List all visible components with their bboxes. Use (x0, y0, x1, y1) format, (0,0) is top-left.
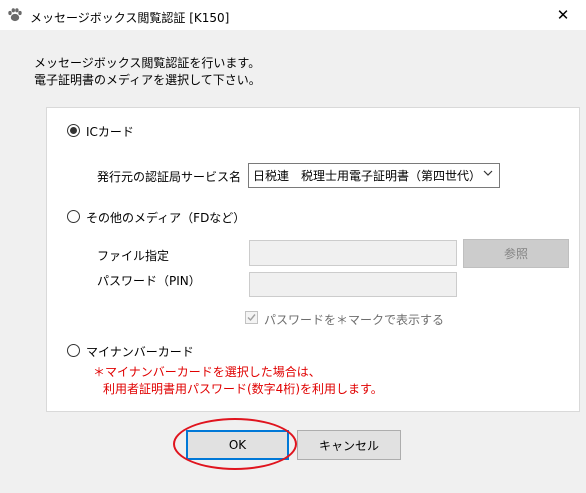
window-title: メッセージボックス閲覧認証 [K150] (30, 11, 230, 25)
service-select[interactable]: 日税連 税理士用電子証明書（第四世代） (248, 163, 500, 188)
radio-mynumber-card-label[interactable]: マイナンバーカード (86, 343, 194, 360)
mask-password-checkbox[interactable] (245, 311, 258, 324)
mask-password-label[interactable]: パスワードを＊マークで表示する (264, 311, 444, 328)
intro-text: メッセージボックス閲覧認証を行います。 電子証明書のメディアを選択して下さい。 (34, 55, 261, 89)
browse-button[interactable]: 参照 (463, 239, 569, 268)
radio-other-media-label[interactable]: その他のメディア（FDなど） (86, 209, 245, 226)
title-bar: メッセージボックス閲覧認証 [K150] ✕ (0, 0, 586, 31)
radio-ic-card[interactable] (67, 124, 80, 137)
file-label: ファイル指定 (97, 249, 170, 263)
radio-mynumber-card[interactable] (67, 344, 80, 357)
file-path-input[interactable] (249, 240, 457, 266)
close-icon: ✕ (556, 6, 570, 24)
ok-button[interactable]: OK (186, 430, 289, 460)
chevron-down-icon (483, 168, 493, 181)
service-label: 発行元の認証局サービス名 (97, 170, 242, 184)
radio-other-media[interactable] (67, 210, 80, 223)
service-select-value: 日税連 税理士用電子証明書（第四世代） (253, 169, 482, 183)
password-input[interactable] (249, 272, 457, 297)
mynumber-note-line-1: ＊マイナンバーカードを選択した場合は、 (93, 365, 321, 379)
close-button[interactable]: ✕ (540, 0, 586, 30)
intro-line-2: 電子証明書のメディアを選択して下さい。 (34, 73, 261, 87)
checkmark-icon (247, 314, 256, 322)
password-label: パスワード（PIN） (97, 274, 201, 288)
radio-ic-card-label[interactable]: ICカード (86, 123, 134, 140)
app-icon (7, 7, 23, 23)
intro-line-1: メッセージボックス閲覧認証を行います。 (34, 56, 261, 70)
mynumber-note-line-2: 利用者証明書用パスワード(数字4桁)を利用します。 (103, 382, 383, 396)
cancel-button[interactable]: キャンセル (297, 430, 401, 460)
